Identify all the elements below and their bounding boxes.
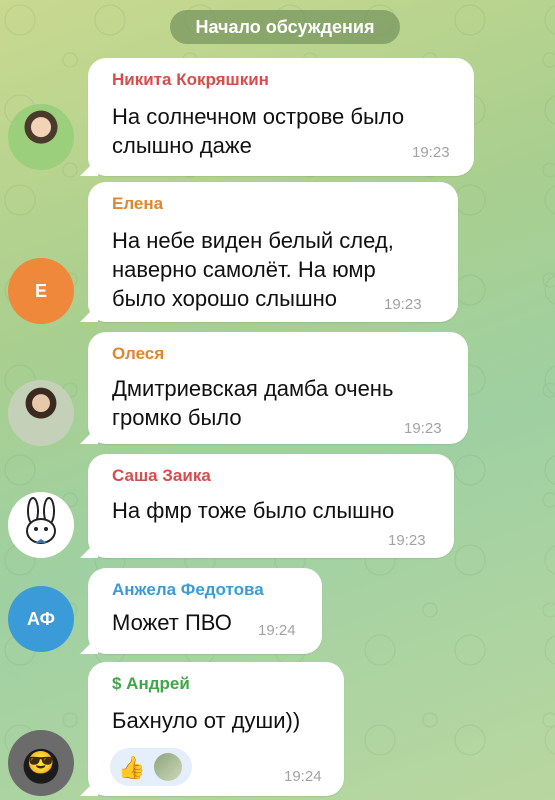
message-text: Может ПВО xyxy=(112,610,232,635)
avatar[interactable] xyxy=(8,492,74,558)
bubble-tail xyxy=(80,426,98,444)
message-bubble[interactable]: Саша Заика На фмр тоже было слышно 19:23 xyxy=(80,454,454,558)
message-bubble[interactable]: $ Андрей Бахнуло от души)) 👍 19:24 xyxy=(80,662,344,796)
message-time: 19:24 xyxy=(258,622,296,639)
bubble-tail xyxy=(80,304,98,322)
message-author[interactable]: Анжела Федотова xyxy=(112,580,264,600)
message-time: 19:23 xyxy=(404,420,442,437)
message-text: Бахнуло от души)) xyxy=(112,708,301,733)
message-text: На небе виден белый след, наверно самолё… xyxy=(112,228,394,311)
message-bubble[interactable]: Анжела Федотова Может ПВО 19:24 xyxy=(80,568,322,654)
bunny-icon xyxy=(26,497,56,544)
message-author[interactable]: $ Андрей xyxy=(112,674,190,694)
message-time: 19:23 xyxy=(412,144,450,161)
message-text: Дмитриевская дамба очень громко было xyxy=(112,376,394,430)
bubble-tail xyxy=(80,636,98,654)
message-time: 19:23 xyxy=(384,296,422,313)
reactor-avatar xyxy=(154,753,182,781)
message-author[interactable]: Олеся xyxy=(112,344,164,364)
avatar[interactable] xyxy=(8,104,74,170)
message-author[interactable]: Елена xyxy=(112,194,163,214)
bubble-tail xyxy=(80,158,98,176)
sunglasses-emoji-icon: 😎 xyxy=(27,750,55,775)
thumbs-up-icon: 👍 xyxy=(118,755,146,780)
message-bubble[interactable]: Никита Кокряшкин На солнечном острове бы… xyxy=(80,58,474,176)
avatar[interactable] xyxy=(8,380,74,446)
avatar[interactable]: Е xyxy=(8,258,74,324)
reaction-badge[interactable]: 👍 xyxy=(110,748,192,786)
bubble-tail xyxy=(80,540,98,558)
message-time: 19:23 xyxy=(388,532,426,549)
bubble-tail xyxy=(80,778,98,796)
message-author[interactable]: Никита Кокряшкин xyxy=(112,70,269,90)
message-bubble[interactable]: Елена На небе виден белый след, наверно … xyxy=(80,182,458,322)
message-time: 19:24 xyxy=(284,768,322,785)
message-author[interactable]: Саша Заика xyxy=(112,466,211,486)
avatar[interactable]: АФ xyxy=(8,586,74,652)
message-text: На солнечном острове было слышно даже xyxy=(112,104,405,158)
message-bubble[interactable]: Олеся Дмитриевская дамба очень громко бы… xyxy=(80,332,468,444)
avatar[interactable]: 😎 xyxy=(8,730,74,796)
message-text: На фмр тоже было слышно xyxy=(112,498,395,523)
discussion-start-label: Начало обсуждения xyxy=(170,10,400,44)
